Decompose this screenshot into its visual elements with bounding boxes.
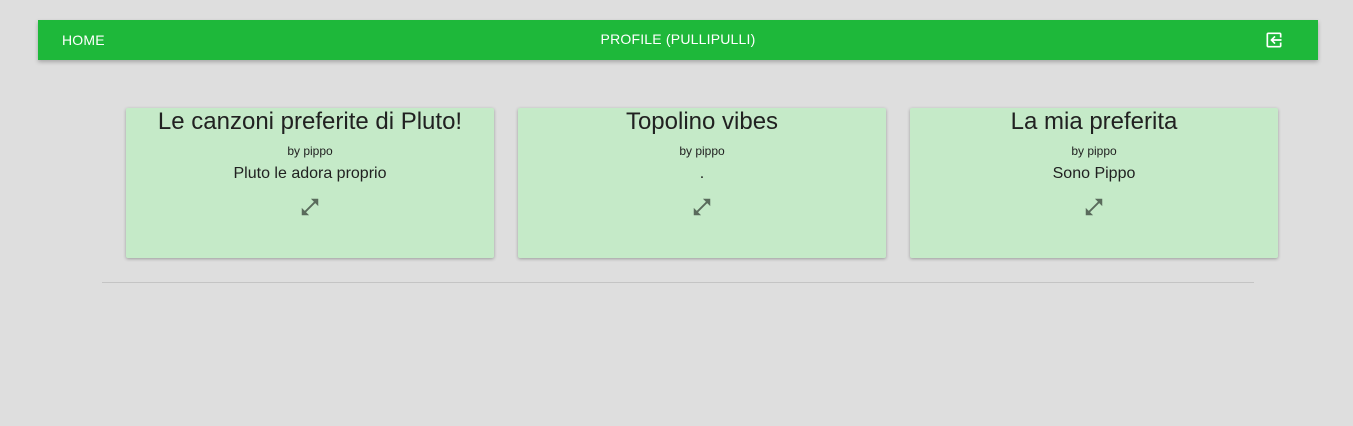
playlist-author: by pippo [1071,144,1117,158]
nav-profile-container: PROFILE (PULLIPULLI) [38,20,1318,60]
playlist-author: by pippo [287,144,333,158]
playlist-card[interactable]: La mia preferita by pippo Sono Pippo [910,108,1278,258]
expand-icon[interactable] [299,196,321,218]
playlist-card[interactable]: Le canzoni preferite di Pluto! by pippo … [126,108,494,258]
top-navbar: HOME PROFILE (PULLIPULLI) [38,20,1318,60]
playlist-card[interactable]: Topolino vibes by pippo . [518,108,886,258]
expand-icon[interactable] [691,196,713,218]
expand-icon[interactable] [1083,196,1105,218]
playlist-description: Pluto le adora proprio [233,165,387,182]
nav-profile-link[interactable]: PROFILE (PULLIPULLI) [601,31,756,47]
playlist-title: Le canzoni preferite di Pluto! [157,108,463,135]
playlist-description: . [699,165,705,182]
playlist-title: Topolino vibes [625,108,779,135]
playlist-description: Sono Pippo [1052,165,1136,182]
playlist-author: by pippo [679,144,725,158]
nav-home-link[interactable]: HOME [62,20,105,60]
section-divider [102,282,1254,283]
logout-icon[interactable] [1264,30,1284,50]
playlist-title: La mia preferita [1010,108,1178,135]
